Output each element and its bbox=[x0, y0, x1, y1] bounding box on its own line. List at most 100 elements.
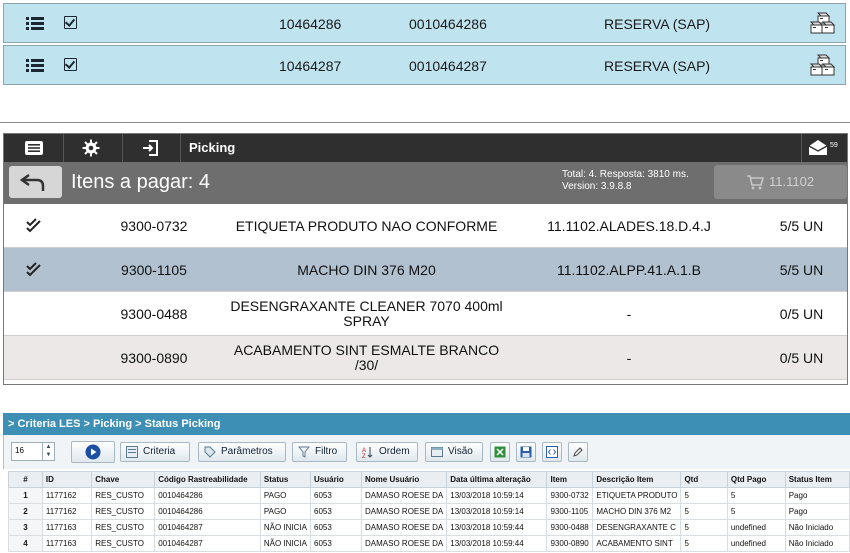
filter-icon bbox=[298, 446, 310, 458]
grid-toolbar: 16 ▲ ▼ Criteria Parâmetros Filtro AZ Orde… bbox=[3, 435, 850, 469]
save-button[interactable] bbox=[516, 442, 536, 462]
table-cell: 0010464286 bbox=[154, 503, 261, 520]
filtro-button[interactable]: Filtro bbox=[292, 442, 347, 462]
table-row[interactable]: 2 1177162 RES_CUSTO 0010464286 PAGO 6053 DAMAS… bbox=[8, 503, 850, 520]
item-quantity: 5/5 UN bbox=[779, 217, 824, 234]
column-header[interactable]: Nome Usuário bbox=[361, 471, 448, 488]
exit-icon[interactable] bbox=[141, 139, 159, 157]
item-quantity: 0/5 UN bbox=[779, 349, 824, 366]
table-cell: NÃO INICIA bbox=[259, 519, 312, 536]
gear-icon[interactable] bbox=[82, 139, 100, 157]
play-icon bbox=[85, 444, 101, 460]
table-cell: 5 bbox=[680, 535, 728, 552]
item-location: 11.1102.ALPP.41.A.1.B bbox=[556, 261, 701, 278]
criteria-icon bbox=[126, 446, 138, 458]
column-header[interactable]: Status Item bbox=[784, 471, 850, 488]
boxes-icon[interactable] bbox=[808, 52, 836, 80]
back-arrow-icon bbox=[19, 173, 45, 191]
parametros-label: Parâmetros bbox=[221, 446, 273, 457]
table-cell: undefined bbox=[726, 535, 786, 552]
column-header[interactable]: Descrição Item bbox=[592, 471, 682, 488]
item-location: 11.1102.ALADES.18.D.4.J bbox=[547, 217, 711, 234]
table-cell: Não Iniciado bbox=[784, 519, 850, 536]
column-header[interactable]: # bbox=[8, 471, 43, 488]
table-cell: 1177163 bbox=[41, 535, 93, 552]
column-header[interactable]: Data última alteração bbox=[446, 471, 548, 488]
order-key: 10464287 bbox=[279, 58, 342, 74]
column-header[interactable]: Qtd bbox=[680, 471, 728, 488]
table-row[interactable]: 3 1177163 RES_CUSTO 0010464287 NÃO INICIA 605… bbox=[8, 519, 850, 536]
list-icon[interactable] bbox=[26, 17, 44, 31]
checkbox-icon[interactable] bbox=[64, 58, 77, 71]
table-cell: 0010464287 bbox=[154, 519, 261, 536]
mail-icon[interactable] bbox=[807, 139, 829, 157]
picking-header: Itens a pagar: 4 Total: 4. Resposta: 381… bbox=[4, 162, 847, 204]
column-header[interactable]: Código Rastreabilidade bbox=[154, 471, 261, 488]
table-cell: RES_CUSTO bbox=[91, 487, 156, 504]
table-cell: 1177163 bbox=[41, 519, 93, 536]
table-cell: DAMASO ROESE DA bbox=[361, 487, 448, 504]
column-header[interactable]: Chave bbox=[91, 471, 156, 488]
picking-item-row[interactable]: 9300-1105 MACHO DIN 376 M20 11.1102.ALPP.4… bbox=[4, 248, 847, 292]
boxes-icon[interactable] bbox=[808, 10, 836, 38]
list-icon[interactable] bbox=[26, 59, 44, 73]
item-quantity: 0/5 UN bbox=[779, 305, 824, 322]
order-row[interactable]: 10464287 0010464287 RESERVA (SAP) bbox=[3, 45, 846, 85]
order-row[interactable]: 10464286 0010464286 RESERVA (SAP) bbox=[3, 3, 846, 43]
page-size-stepper[interactable]: 16 ▲ ▼ bbox=[11, 442, 55, 461]
column-header[interactable]: Usuário bbox=[309, 471, 363, 488]
table-cell: 13/03/2018 10:59:44 bbox=[446, 519, 548, 536]
export-excel-button[interactable] bbox=[490, 442, 510, 462]
table-cell: RES_CUSTO bbox=[91, 519, 156, 536]
checkbox-icon[interactable] bbox=[64, 16, 77, 29]
table-cell: NÃO INICIA bbox=[259, 535, 312, 552]
table-row[interactable]: 4 1177163 RES_CUSTO 0010464287 NÃO INICIA 605… bbox=[8, 535, 850, 552]
svg-text:Z: Z bbox=[362, 454, 366, 458]
status-line-1: Total: 4. Resposta: 3810 ms. bbox=[562, 169, 689, 180]
table-cell: Não Iniciado bbox=[784, 535, 850, 552]
picking-panel: Picking 59 Itens a pagar: 4 Total: 4. Re… bbox=[3, 133, 848, 385]
table-cell: DESENGRAXANTE C bbox=[592, 519, 682, 536]
table-cell: undefined bbox=[726, 519, 786, 536]
table-cell: 2 bbox=[8, 503, 43, 520]
column-header[interactable]: Status bbox=[259, 471, 312, 488]
table-cell: 13/03/2018 10:59:14 bbox=[446, 503, 548, 520]
parametros-button[interactable]: Parâmetros bbox=[198, 442, 286, 462]
order-type: RESERVA (SAP) bbox=[604, 16, 711, 32]
code-icon bbox=[546, 446, 558, 458]
table-cell: 6053 bbox=[309, 487, 363, 504]
visao-button[interactable]: Visão bbox=[425, 442, 483, 462]
column-header[interactable]: ID bbox=[41, 471, 93, 488]
table-cell: 4 bbox=[8, 535, 43, 552]
code-button[interactable] bbox=[542, 442, 562, 462]
item-code: 9300-0488 bbox=[120, 305, 188, 322]
table-cell: 13/03/2018 10:59:14 bbox=[446, 487, 548, 504]
run-button[interactable] bbox=[71, 441, 115, 463]
table-cell: ACABAMENTO SINT bbox=[592, 535, 682, 552]
table-cell: 5 bbox=[680, 519, 728, 536]
criteria-button[interactable]: Criteria bbox=[120, 442, 190, 462]
order-type: RESERVA (SAP) bbox=[604, 58, 711, 74]
column-header[interactable]: Item bbox=[546, 471, 594, 488]
stepper-arrows-icon[interactable]: ▲ ▼ bbox=[42, 443, 54, 460]
menu-icon[interactable] bbox=[24, 140, 44, 156]
picking-item-row[interactable]: 9300-0488 DESENGRAXANTE CLEANER 7070 400m… bbox=[4, 292, 847, 336]
table-cell: 6053 bbox=[309, 503, 363, 520]
picking-item-row[interactable]: 9300-0732 ETIQUETA PRODUTO NAO CONFORME 11… bbox=[4, 204, 847, 248]
back-button[interactable] bbox=[9, 166, 62, 198]
table-cell: 1177162 bbox=[41, 487, 93, 504]
table-cell: 1177162 bbox=[41, 503, 93, 520]
pencil-icon bbox=[573, 447, 583, 457]
ordem-button[interactable]: AZ Ordem bbox=[356, 442, 418, 462]
item-code: 9300-0732 bbox=[120, 217, 188, 234]
cart-button[interactable]: 11.1102 bbox=[714, 165, 847, 199]
mail-count: 59 bbox=[830, 142, 838, 149]
table-cell: 9300-1105 bbox=[546, 503, 594, 520]
item-code: 9300-0890 bbox=[120, 349, 188, 366]
column-header[interactable]: Qtd Pago bbox=[726, 471, 786, 488]
item-quantity: 5/5 UN bbox=[779, 261, 824, 278]
edit-button[interactable] bbox=[568, 442, 588, 462]
table-row[interactable]: 1 1177162 RES_CUSTO 0010464286 PAGO 6053 DAMAS… bbox=[8, 487, 850, 504]
picking-item-row[interactable]: 9300-0890 ACABAMENTO SINT ESMALTE BRANCO … bbox=[4, 336, 847, 380]
table-cell: PAGO bbox=[259, 503, 312, 520]
